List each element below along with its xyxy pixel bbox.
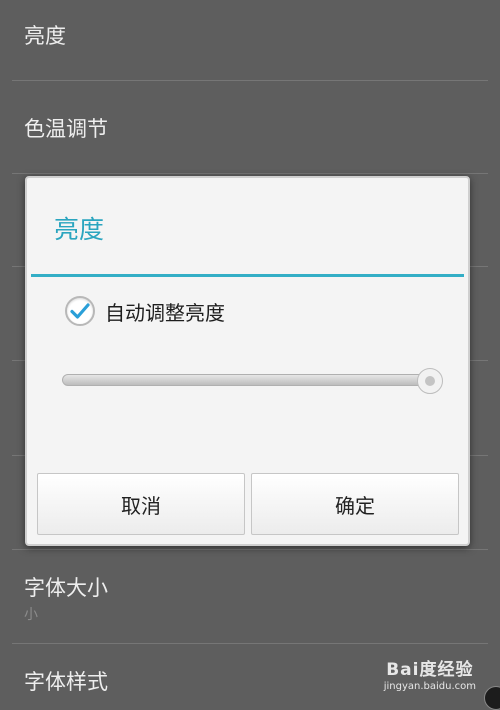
brightness-dialog: 亮度 自动调整亮度 取消 确定 bbox=[25, 176, 470, 546]
watermark-brand: Bai度经验 bbox=[386, 660, 474, 680]
dialog-title: 亮度 bbox=[54, 215, 105, 244]
dialog-title-divider bbox=[31, 274, 464, 277]
corner-badge-icon bbox=[484, 686, 500, 710]
baidu-jingyan-watermark: Bai度经验 jingyan.baidu.com bbox=[384, 655, 476, 692]
slider-thumb-dot bbox=[425, 376, 436, 386]
cancel-button[interactable]: 取消 bbox=[37, 473, 245, 535]
auto-brightness-label: 自动调整亮度 bbox=[105, 300, 225, 325]
auto-brightness-checkbox[interactable] bbox=[65, 296, 95, 326]
ok-button[interactable]: 确定 bbox=[251, 473, 459, 535]
brightness-slider-thumb[interactable] bbox=[417, 368, 444, 394]
auto-brightness-row[interactable]: 自动调整亮度 bbox=[65, 292, 225, 330]
checkmark-icon bbox=[70, 303, 90, 319]
watermark-url: jingyan.baidu.com bbox=[383, 681, 476, 692]
brightness-slider-track[interactable] bbox=[62, 374, 434, 386]
